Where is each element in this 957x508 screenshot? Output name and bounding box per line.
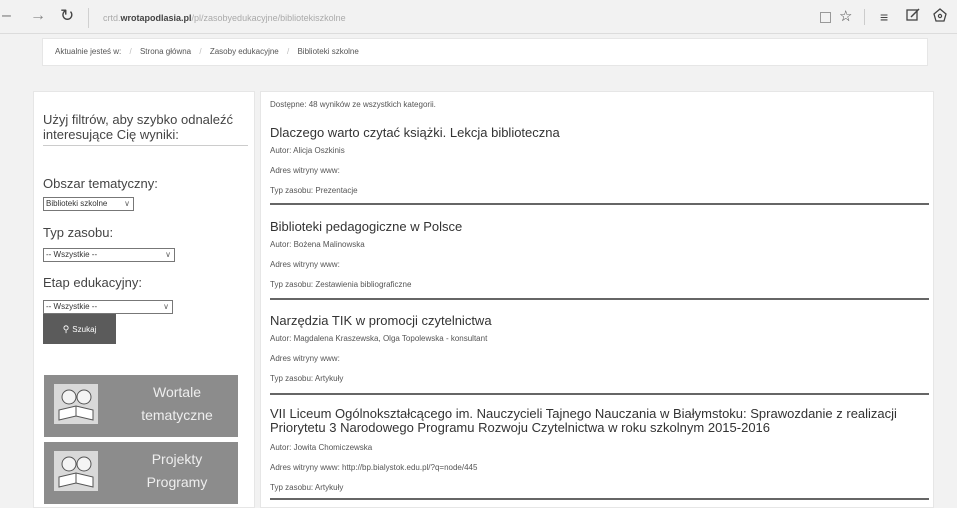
promo-label: Projekty Programy xyxy=(122,448,232,494)
result-item: Narzędzia TIK w promocji czytelnictwa Au… xyxy=(270,314,929,395)
result-item: Biblioteki pedagogiczne w Polsce Autor: … xyxy=(270,220,929,300)
chevron-down-icon: ∨ xyxy=(124,199,130,208)
result-website: Adres witryny www: xyxy=(270,260,340,269)
type-select-value: -- Wszystkie -- xyxy=(46,250,98,259)
promo-label: Wortale tematyczne xyxy=(122,381,232,427)
result-title-link[interactable]: Dlaczego warto czytać książki. Lekcja bi… xyxy=(270,126,929,140)
area-select[interactable]: Biblioteki szkolne ∨ xyxy=(43,197,134,211)
result-item: Dlaczego warto czytać książki. Lekcja bi… xyxy=(270,126,929,205)
result-type: Typ zasobu: Prezentacje xyxy=(270,186,358,195)
promo-line2: tematyczne xyxy=(141,407,213,423)
url-prefix: crtd. xyxy=(103,13,121,23)
reading-children-icon xyxy=(54,451,98,491)
type-select[interactable]: -- Wszystkie -- ∨ xyxy=(43,248,175,262)
browser-toolbar: – → ↻ crtd.wrotapodlasia.pl/pl/zasobyedu… xyxy=(0,0,957,34)
breadcrumb-resources-link[interactable]: Zasoby edukacyjne xyxy=(210,47,279,56)
address-bar[interactable]: crtd.wrotapodlasia.pl/pl/zasobyedukacyjn… xyxy=(88,8,798,28)
result-title-link[interactable]: VII Liceum Ogólnokształcącego im. Nauczy… xyxy=(270,407,929,435)
promo-line2: Programy xyxy=(146,474,208,490)
promo-projects-button[interactable]: Projekty Programy xyxy=(44,442,238,504)
chevron-down-icon: ∨ xyxy=(165,250,171,259)
search-icon: ⚲ xyxy=(62,324,70,334)
result-author: Autor: Bożena Malinowska xyxy=(270,240,365,249)
result-type: Typ zasobu: Artykuły xyxy=(270,374,344,383)
url-path: /pl/zasobyedukacyjne/bibliotekiszkolne xyxy=(191,13,346,23)
filter-label-area: Obszar tematyczny: xyxy=(43,176,158,191)
breadcrumb-home-link[interactable]: Strona główna xyxy=(140,47,191,56)
result-author: Autor: Magdalena Kraszewska, Olga Topole… xyxy=(270,334,488,343)
breadcrumb-separator: / xyxy=(287,47,290,56)
reading-view-icon[interactable] xyxy=(820,12,831,23)
chevron-down-icon: ∨ xyxy=(163,302,169,311)
result-author: Autor: Alicja Oszkinis xyxy=(270,146,345,155)
result-author: Autor: Jowita Chomiczewska xyxy=(270,443,373,452)
forward-arrow-icon[interactable]: → xyxy=(30,7,46,25)
breadcrumb-separator: / xyxy=(129,47,132,56)
breadcrumb-current[interactable]: Biblioteki szkolne xyxy=(297,47,358,56)
filters-heading: Użyj filtrów, aby szybko odnaleźć intere… xyxy=(43,112,248,146)
promo-line1: Wortale xyxy=(153,384,201,400)
breadcrumb-separator: / xyxy=(199,47,202,56)
filter-label-stage: Etap edukacyjny: xyxy=(43,275,143,290)
hub-icon[interactable]: ≡ xyxy=(880,8,888,26)
result-website: Adres witryny www: http://bp.bialystok.e… xyxy=(270,463,478,472)
reload-icon[interactable]: ↻ xyxy=(60,7,74,25)
result-type: Typ zasobu: Artykuły xyxy=(270,483,344,492)
promo-line1: Projekty xyxy=(151,451,203,467)
stage-select[interactable]: -- Wszystkie -- ∨ xyxy=(43,300,173,314)
breadcrumb: Aktualnie jesteś w: / Strona główna / Za… xyxy=(42,38,928,66)
promo-wortale-button[interactable]: Wortale tematyczne xyxy=(44,375,238,437)
search-button-label: Szukaj xyxy=(72,325,97,334)
area-select-value: Biblioteki szkolne xyxy=(46,199,108,208)
search-button[interactable]: ⚲ Szukaj xyxy=(43,314,116,344)
result-title-link[interactable]: Narzędzia TIK w promocji czytelnictwa xyxy=(270,314,929,328)
favorite-star-icon[interactable]: ☆ xyxy=(839,8,852,26)
result-item: VII Liceum Ogólnokształcącego im. Nauczy… xyxy=(270,407,929,500)
breadcrumb-intro: Aktualnie jesteś w: xyxy=(55,47,122,56)
back-arrow-icon[interactable]: – xyxy=(2,7,11,25)
toolbar-divider xyxy=(864,9,865,25)
reading-children-icon xyxy=(54,384,98,424)
filter-label-type: Typ zasobu: xyxy=(43,225,114,240)
results-panel: Dostępne: 48 wyników ze wszystkich kateg… xyxy=(260,91,934,508)
result-title-link[interactable]: Biblioteki pedagogiczne w Polsce xyxy=(270,220,929,234)
web-note-icon[interactable] xyxy=(906,8,920,26)
result-type: Typ zasobu: Zestawienia bibliograficzne xyxy=(270,280,412,289)
url-host: wrotapodlasia.pl xyxy=(120,13,192,23)
stage-select-value: -- Wszystkie -- xyxy=(46,302,98,311)
result-website: Adres witryny www: xyxy=(270,166,340,175)
filter-sidebar: Użyj filtrów, aby szybko odnaleźć intere… xyxy=(33,91,255,508)
results-summary: Dostępne: 48 wyników ze wszystkich kateg… xyxy=(270,100,436,109)
result-website: Adres witryny www: xyxy=(270,354,340,363)
share-icon[interactable] xyxy=(933,8,947,26)
